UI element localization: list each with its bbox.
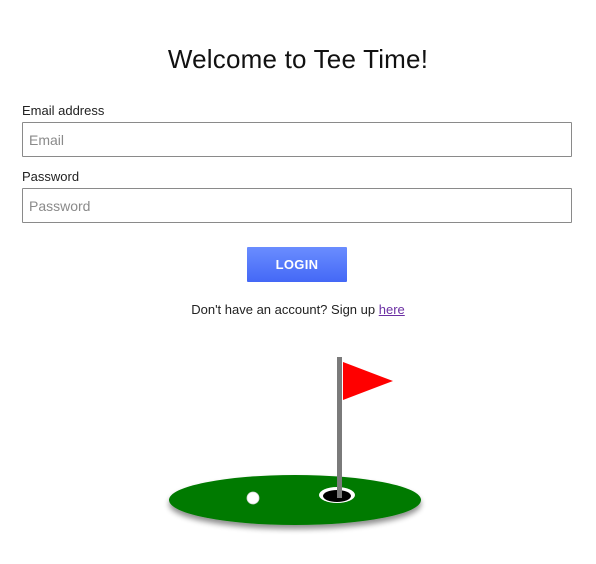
login-button[interactable]: LOGIN [247,247,347,282]
golf-green-illustration [169,357,421,525]
password-label: Password [22,169,80,184]
red-flag [343,362,393,400]
email-input[interactable] [22,122,572,157]
signup-link[interactable]: here [379,302,405,317]
page-title: Welcome to Tee Time! [167,44,429,74]
signup-prompt: Don't have an account? Sign up here [0,302,596,317]
flag-pole [337,357,342,498]
email-label: Email address [22,103,105,118]
login-page: Welcome to Tee Time! Email address Passw… [0,0,596,564]
password-input[interactable] [22,188,572,223]
golf-ball [246,491,260,505]
signup-prompt-text: Don't have an account? Sign up [191,302,379,317]
putting-green [169,475,421,525]
